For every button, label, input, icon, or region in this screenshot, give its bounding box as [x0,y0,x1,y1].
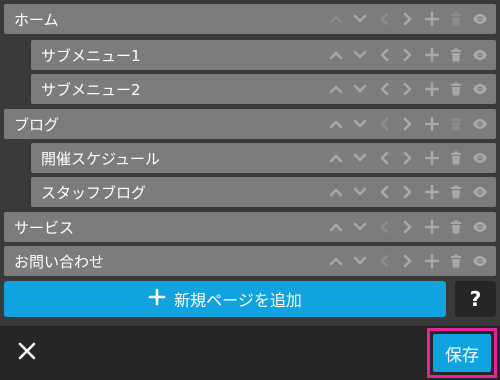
trash-icon[interactable] [444,212,468,242]
move-up-icon[interactable] [324,74,348,104]
menu-item[interactable]: 開催スケジュール [31,143,496,173]
menu-item-label: ホーム [14,10,59,29]
menu-item-label: スタッフブログ [41,183,147,202]
move-down-icon[interactable] [348,212,372,242]
eye-icon[interactable] [468,109,492,139]
trash-icon[interactable] [444,109,468,139]
indent-icon[interactable] [396,109,420,139]
help-label: ? [469,287,482,311]
add-icon[interactable] [420,212,444,242]
eye-icon[interactable] [468,177,492,207]
menu-item-controls [324,4,492,34]
menu-item-controls [324,143,492,173]
menu-item-controls [324,109,492,139]
menu-item[interactable]: サブメニュー2 [31,74,496,104]
indent-icon[interactable] [396,177,420,207]
add-icon[interactable] [420,143,444,173]
trash-icon[interactable] [444,74,468,104]
trash-icon[interactable] [444,143,468,173]
indent-icon[interactable] [396,212,420,242]
indent-icon[interactable] [396,40,420,70]
eye-icon[interactable] [468,246,492,276]
menu-item-controls [324,246,492,276]
move-up-icon[interactable] [324,109,348,139]
save-label: 保存 [445,345,479,366]
outdent-icon[interactable] [372,143,396,173]
outdent-icon[interactable] [372,109,396,139]
trash-icon[interactable] [444,4,468,34]
plus-icon [148,288,166,310]
move-up-icon[interactable] [324,177,348,207]
move-up-icon[interactable] [324,4,348,34]
indent-icon[interactable] [396,143,420,173]
eye-icon[interactable] [468,74,492,104]
move-up-icon[interactable] [324,40,348,70]
menu-item-label: サブメニュー2 [41,80,141,99]
move-down-icon[interactable] [348,177,372,207]
outdent-icon[interactable] [372,177,396,207]
menu-item-label: 開催スケジュール [41,149,160,168]
outdent-icon[interactable] [372,74,396,104]
move-up-icon[interactable] [324,212,348,242]
menu-item-label: サービス [14,218,75,237]
add-icon[interactable] [420,109,444,139]
add-icon[interactable] [420,40,444,70]
outdent-icon[interactable] [372,4,396,34]
eye-icon[interactable] [468,212,492,242]
menu-item[interactable]: スタッフブログ [31,177,496,207]
menu-item-controls [324,74,492,104]
move-up-icon[interactable] [324,246,348,276]
close-button[interactable] [12,338,42,368]
trash-icon[interactable] [444,246,468,276]
eye-icon[interactable] [468,40,492,70]
move-down-icon[interactable] [348,246,372,276]
menu-item-label: サブメニュー1 [41,46,141,65]
trash-icon[interactable] [444,177,468,207]
menu-item-controls [324,177,492,207]
outdent-icon[interactable] [372,246,396,276]
indent-icon[interactable] [396,74,420,104]
menu-item[interactable]: ブログ [4,109,496,139]
menu-item-controls [324,40,492,70]
add-icon[interactable] [420,4,444,34]
menu-item[interactable]: サブメニュー1 [31,40,496,70]
menu-item-controls [324,212,492,242]
indent-icon[interactable] [396,246,420,276]
add-icon[interactable] [420,177,444,207]
eye-icon[interactable] [468,143,492,173]
help-button[interactable]: ? [455,281,496,317]
indent-icon[interactable] [396,4,420,34]
add-icon[interactable] [420,246,444,276]
menu-item[interactable]: お問い合わせ [4,246,496,276]
outdent-icon[interactable] [372,212,396,242]
trash-icon[interactable] [444,40,468,70]
close-icon [17,341,37,365]
add-icon[interactable] [420,74,444,104]
menu-item-label: ブログ [14,115,60,134]
move-down-icon[interactable] [348,4,372,34]
footer-bar [0,326,500,380]
menu-item-label: お問い合わせ [14,252,105,271]
move-down-icon[interactable] [348,143,372,173]
move-up-icon[interactable] [324,143,348,173]
move-down-icon[interactable] [348,40,372,70]
eye-icon[interactable] [468,4,492,34]
menu-item[interactable]: ホーム [4,4,496,34]
menu-item[interactable]: サービス [4,212,496,242]
outdent-icon[interactable] [372,40,396,70]
move-down-icon[interactable] [348,74,372,104]
save-button[interactable]: 保存 [433,334,491,372]
move-down-icon[interactable] [348,109,372,139]
add-page-button[interactable]: 新規ページを追加 [4,281,446,317]
add-page-label: 新規ページを追加 [174,291,302,310]
